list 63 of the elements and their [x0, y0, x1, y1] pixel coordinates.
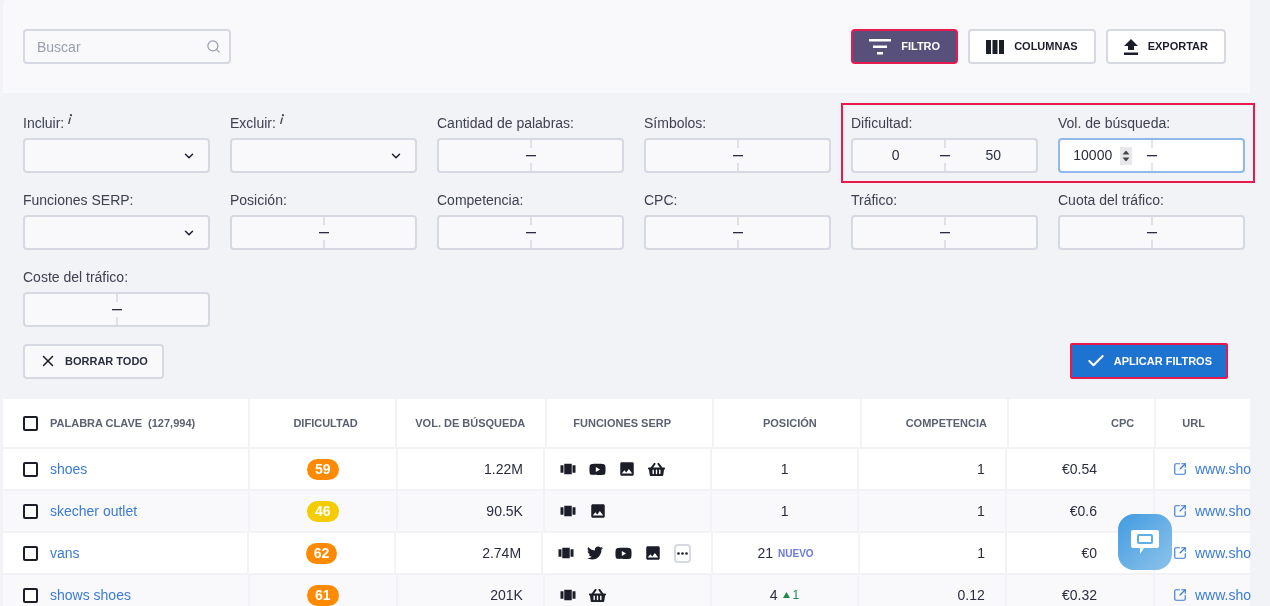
column-title: POSICIÓN: [762, 415, 817, 431]
column-title: FUNCIONES SERP: [573, 415, 672, 431]
keyword-count: (127,994): [148, 415, 196, 431]
keyword-link[interactable]: vans: [50, 542, 80, 564]
volume-text: 2.74M: [482, 543, 522, 563]
keyword-link[interactable]: shoes: [50, 458, 88, 480]
volume-text: 90.5K: [486, 501, 523, 521]
position-text: 21: [757, 543, 774, 563]
keyword-link[interactable]: skecher outlet: [50, 500, 138, 522]
difficulty-badge: 61: [307, 584, 339, 606]
new-tag: NUEVO: [778, 545, 814, 561]
min-value: 10000: [1073, 146, 1113, 165]
search-field[interactable]: Buscar: [23, 29, 231, 64]
filter-label: Funciones SERP:: [23, 191, 134, 210]
volume-text: 201K: [490, 585, 523, 605]
column-title: DIFICULTAD: [293, 415, 358, 431]
position-change: 1: [792, 587, 800, 604]
url-link[interactable]: www.sho: [1195, 584, 1252, 606]
keyword-link[interactable]: shows shoes: [50, 584, 131, 606]
competition-text: 1: [976, 459, 985, 479]
filter-button[interactable]: FILTRO: [851, 29, 959, 64]
position-text: 1: [780, 501, 789, 521]
competition-text: 0.12: [957, 585, 985, 605]
difficulty-badge: 62: [305, 542, 338, 564]
filter-label: Dificultad:: [851, 114, 913, 133]
difficulty-badge: 46: [307, 500, 339, 522]
column-title: VOL. DE BÚSQUEDA: [415, 415, 526, 431]
position-text: 1: [780, 459, 789, 479]
url-link[interactable]: www.sho: [1195, 500, 1252, 522]
range-field[interactable]: 10000: [1058, 138, 1245, 173]
volume-text: 1.22M: [484, 459, 523, 479]
range-field[interactable]: 0 50: [851, 138, 1038, 173]
column-title: URL: [1182, 415, 1205, 431]
position-text: 4: [769, 585, 778, 605]
filter-label: Coste del tráfico:: [23, 268, 129, 287]
filter-label: CPC:: [644, 191, 678, 210]
column-title: PALABRA CLAVE: [50, 415, 143, 431]
url-link[interactable]: www.sho: [1195, 542, 1251, 564]
export-button[interactable]: EXPORTAR: [1105, 29, 1226, 64]
cpc-text: €0.32: [1061, 585, 1097, 605]
filter-label: Competencia:: [437, 191, 524, 210]
url-link[interactable]: www.sho: [1195, 458, 1252, 480]
filter-label: Vol. de búsqueda:: [1058, 114, 1171, 133]
min-value: 0: [891, 146, 900, 165]
filter-label: Posición:: [230, 191, 287, 210]
clear-all-button[interactable]: BORRAR TODO: [23, 343, 164, 379]
cpc-text: €0.54: [1061, 459, 1097, 479]
competition-text: 1: [976, 501, 985, 521]
columns-button[interactable]: COLUMNAS: [968, 29, 1096, 64]
filter-label: Incluir:: [23, 114, 65, 133]
filter-label: Cuota del tráfico:: [1058, 191, 1164, 210]
cpc-text: €0.6: [1069, 501, 1097, 521]
column-title: CPC: [1111, 415, 1135, 431]
filter-label: Tráfico:: [851, 191, 898, 210]
apply-filters-button[interactable]: APLICAR FILTROS: [1069, 343, 1228, 379]
difficulty-badge: 59: [307, 458, 339, 480]
filter-label: Símbolos:: [644, 114, 707, 133]
competition-text: 1: [977, 543, 985, 563]
cpc-text: €0: [1081, 543, 1097, 563]
max-value: 50: [985, 146, 1002, 165]
column-title: COMPETENCIA: [905, 415, 987, 431]
filter-label: Excluir:: [230, 114, 276, 133]
filter-label: Cantidad de palabras:: [437, 114, 574, 133]
